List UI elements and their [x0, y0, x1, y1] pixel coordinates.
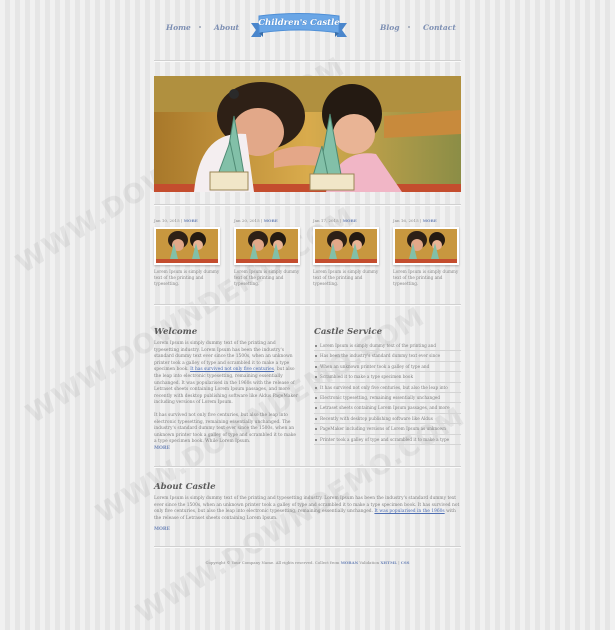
post-more-link[interactable]: MORE — [184, 218, 198, 223]
divider — [154, 204, 461, 206]
about-heading: About Castle — [154, 482, 216, 492]
welcome-paragraph: Lorem Ipsum is simply dummy text of the … — [154, 341, 299, 407]
service-list-item[interactable]: PageMaker including versions of Lorem Ip… — [314, 424, 461, 435]
post-date: Jan 17, 2015 | — [313, 218, 342, 223]
nav-separator-dot — [199, 26, 201, 28]
about-paragraph: Lorem Ipsum is simply dummy text of the … — [154, 496, 461, 522]
service-list-item[interactable]: Has been the industry's standard dummy t… — [314, 351, 461, 362]
post-thumbnail[interactable] — [393, 227, 459, 265]
post-meta: Jan 10, 2015 | MORE — [154, 218, 220, 224]
welcome-section: Welcome Lorem Ipsum is simply dummy text… — [154, 327, 299, 446]
thumbnail-photo — [236, 229, 298, 263]
children-castle-photo — [154, 76, 461, 192]
post-date: Jan 16, 2015 | — [393, 218, 422, 223]
divider — [154, 60, 461, 62]
logo-text: Children's Castle — [258, 18, 340, 28]
post-more-link[interactable]: MORE — [343, 218, 357, 223]
service-list-item[interactable]: Printer took a galley of type and scramb… — [314, 435, 461, 445]
welcome-inline-link[interactable]: It has survived not only five centuries — [190, 367, 274, 372]
service-list-item[interactable]: Lorem Ipsum is simply dummy text of the … — [314, 341, 461, 352]
post-caption: Lorem Ipsum is simply dummy text of the … — [154, 269, 220, 286]
hero-image — [154, 76, 461, 192]
post-caption: Lorem Ipsum is simply dummy text of the … — [393, 269, 459, 286]
post-thumbnail[interactable] — [154, 227, 220, 265]
post-card: Jan 20, 2015 | MORE Lorem Ipsum is simpl… — [234, 218, 300, 287]
post-card: Jan 17, 2015 | MORE Lorem Ipsum is simpl… — [313, 218, 379, 287]
post-caption: Lorem Ipsum is simply dummy text of the … — [313, 269, 379, 286]
divider — [154, 466, 461, 468]
footer-moban-link[interactable]: MOBAN — [341, 560, 359, 565]
thumbnail-photo — [395, 229, 457, 263]
thumbnail-photo — [156, 229, 218, 263]
service-list-item[interactable]: When an unknown printer took a galley of… — [314, 362, 461, 373]
service-list-item[interactable]: Recently with desktop publishing softwar… — [314, 414, 461, 425]
post-caption: Lorem Ipsum is simply dummy text of the … — [234, 269, 300, 286]
post-date: Jan 20, 2015 | — [234, 218, 263, 223]
post-thumbnail[interactable] — [313, 227, 379, 265]
site-logo[interactable]: Children's Castle — [249, 13, 349, 43]
castle-service-section: Castle Service Lorem Ipsum is simply dum… — [314, 327, 461, 445]
service-list-item[interactable]: Electronic typesetting, remaining essent… — [314, 393, 461, 404]
service-list-item[interactable]: It has survived not only five centuries,… — [314, 383, 461, 393]
welcome-heading: Welcome — [154, 327, 198, 337]
post-meta: Jan 17, 2015 | MORE — [313, 218, 379, 224]
post-meta: Jan 20, 2015 | MORE — [234, 218, 300, 224]
footer: Copyright © Your Company Name. All right… — [154, 560, 461, 565]
post-more-link[interactable]: MORE — [264, 218, 278, 223]
page-container: Home About Children's Castle Blog Contac… — [154, 0, 461, 582]
footer-validation-label: Validation — [358, 560, 381, 565]
service-list-item[interactable]: Scrambled it to make a type specimen boo… — [314, 372, 461, 383]
post-meta: Jan 16, 2015 | MORE — [393, 218, 459, 224]
nav-about-link[interactable]: About — [214, 23, 239, 32]
service-heading: Castle Service — [314, 327, 383, 337]
welcome-paragraph: It has survived not only five centuries,… — [154, 412, 296, 445]
welcome-text: , but also the leap into electronic type… — [154, 367, 298, 406]
post-date: Jan 10, 2015 | — [154, 218, 183, 223]
post-card: Jan 10, 2015 | MORE Lorem Ipsum is simpl… — [154, 218, 220, 287]
footer-css-link[interactable]: CSS — [401, 560, 410, 565]
about-more-link[interactable]: MORE — [154, 527, 170, 532]
nav-blog-link[interactable]: Blog — [380, 23, 399, 32]
footer-xhtml-link[interactable]: XHTML — [380, 560, 397, 565]
post-thumbnail[interactable] — [234, 227, 300, 265]
about-inline-link[interactable]: It was popularised in the 1960s — [374, 509, 444, 514]
nav-contact-link[interactable]: Contact — [423, 23, 456, 32]
service-list: Lorem Ipsum is simply dummy text of the … — [314, 341, 461, 445]
post-card: Jan 16, 2015 | MORE Lorem Ipsum is simpl… — [393, 218, 459, 287]
welcome-more-link[interactable]: MORE — [154, 446, 170, 451]
top-navigation: Home About Children's Castle Blog Contac… — [154, 0, 461, 58]
divider — [154, 546, 461, 548]
footer-copyright: Copyright © Your Company Name. All right… — [205, 560, 341, 565]
nav-separator-dot — [408, 26, 410, 28]
nav-home-link[interactable]: Home — [166, 23, 191, 32]
service-list-item[interactable]: Letraset sheets containing Lorem Ipsum p… — [314, 403, 461, 414]
about-castle-section: About Castle Lorem Ipsum is simply dummy… — [154, 482, 461, 522]
post-more-link[interactable]: MORE — [423, 218, 437, 223]
divider — [154, 304, 461, 306]
thumbnail-photo — [315, 229, 377, 263]
